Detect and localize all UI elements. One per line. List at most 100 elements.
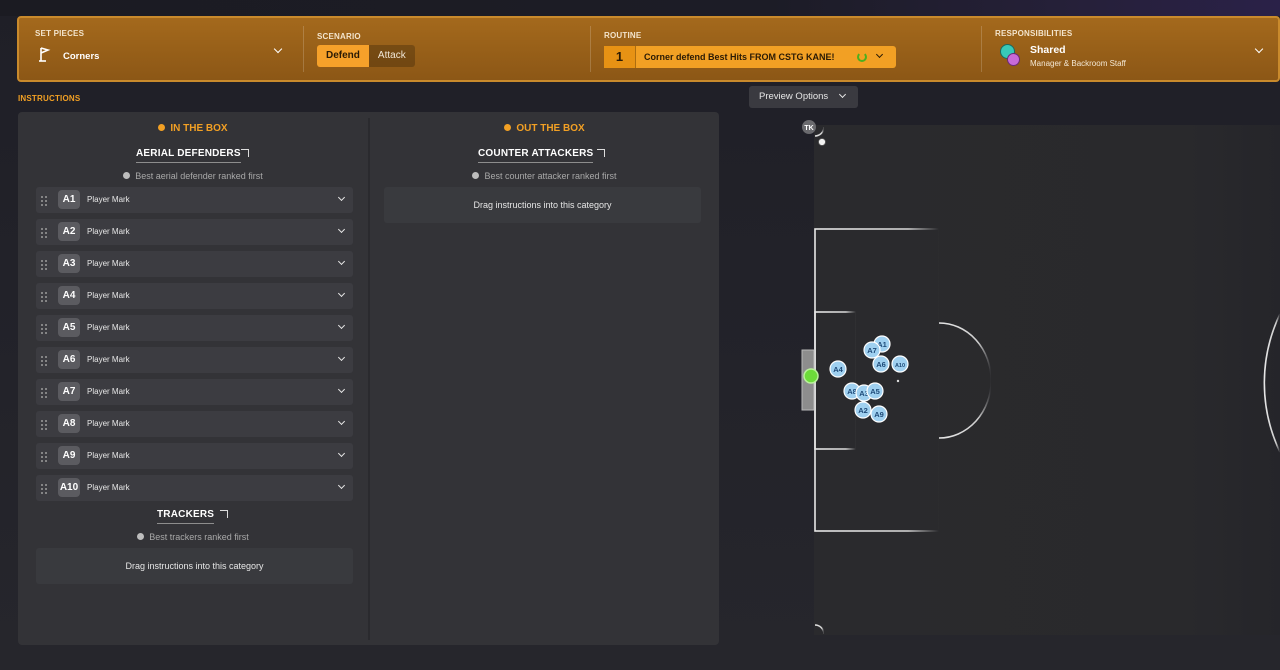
scenario-attack-tab[interactable]: Attack bbox=[368, 45, 415, 67]
chevron-down-icon bbox=[273, 44, 283, 54]
drag-handle-icon[interactable] bbox=[40, 259, 48, 270]
instruction-label: Player Mark bbox=[87, 259, 130, 268]
chevron-down-icon bbox=[838, 90, 847, 99]
routine-number: 1 bbox=[604, 46, 636, 68]
aerial-defender-row[interactable]: A6 Player Mark bbox=[36, 347, 353, 373]
chevron-down-icon[interactable] bbox=[337, 289, 346, 298]
out-the-box-heading: OUT THE BOX bbox=[370, 123, 719, 134]
drag-handle-icon[interactable] bbox=[40, 483, 48, 494]
chevron-down-icon[interactable] bbox=[337, 481, 346, 490]
svg-text:A7: A7 bbox=[867, 346, 877, 355]
drag-handle-icon[interactable] bbox=[40, 387, 48, 398]
aerial-defender-row[interactable]: A7 Player Mark bbox=[36, 379, 353, 405]
chevron-down-icon[interactable] bbox=[337, 417, 346, 426]
player-marker: A6 bbox=[872, 355, 890, 373]
responsibilities-sub: Manager & Backroom Staff bbox=[1030, 59, 1126, 68]
chevron-down-icon[interactable] bbox=[337, 257, 346, 266]
expand-icon[interactable] bbox=[241, 149, 249, 157]
scenario-label: SCENARIO bbox=[317, 32, 361, 41]
aerial-defender-row[interactable]: A10 Player Mark bbox=[36, 475, 353, 501]
scenario-toggle[interactable]: Defend Attack bbox=[317, 45, 415, 67]
svg-text:A5: A5 bbox=[870, 387, 880, 396]
counter-hint: Best counter attacker ranked first bbox=[370, 171, 719, 181]
player-marker: A7 bbox=[863, 341, 881, 359]
drag-handle-icon[interactable] bbox=[40, 419, 48, 430]
instruction-label: Player Mark bbox=[87, 387, 130, 396]
instruction-label: Player Mark bbox=[87, 451, 130, 460]
responsibilities-value: Shared bbox=[1030, 44, 1066, 56]
penalty-spot bbox=[896, 379, 900, 383]
expand-icon[interactable] bbox=[597, 149, 605, 157]
player-marker: A9 bbox=[870, 405, 888, 423]
shared-staff-icon bbox=[1000, 44, 1022, 68]
in-the-box-heading: IN THE BOX bbox=[18, 123, 368, 134]
player-badge: A3 bbox=[58, 254, 80, 273]
counter-attackers-title: COUNTER ATTACKERS bbox=[478, 148, 594, 163]
pitch-preview: TK A1 A7 A6 A10 A4 A8 A3 A5 A2 A9 bbox=[800, 118, 1280, 638]
player-marker: A5 bbox=[866, 382, 884, 400]
player-badge: A2 bbox=[58, 222, 80, 241]
expand-icon[interactable] bbox=[220, 510, 228, 518]
drag-handle-icon[interactable] bbox=[40, 195, 48, 206]
responsibilities-selector[interactable]: RESPONSIBILITIES Shared Manager & Backro… bbox=[981, 18, 1280, 80]
chevron-down-icon[interactable] bbox=[337, 225, 346, 234]
instruction-label: Player Mark bbox=[87, 195, 130, 204]
routine-selector[interactable]: 1 Corner defend Best Hits FROM CSTG KANE… bbox=[604, 46, 896, 68]
info-icon bbox=[137, 533, 145, 540]
taker-label: TK bbox=[804, 125, 813, 132]
aerial-defenders-title: AERIAL DEFENDERS bbox=[136, 148, 241, 163]
goalkeeper-marker bbox=[803, 368, 819, 384]
set-pieces-label: SET PIECES bbox=[35, 29, 85, 38]
svg-text:A6: A6 bbox=[876, 360, 886, 369]
chevron-down-icon[interactable] bbox=[337, 449, 346, 458]
drag-handle-icon[interactable] bbox=[40, 291, 48, 302]
player-marker: A10 bbox=[891, 355, 909, 373]
ball-icon bbox=[818, 138, 826, 146]
instruction-label: Player Mark bbox=[87, 483, 130, 492]
divider bbox=[303, 26, 304, 72]
preview-options-button[interactable]: Preview Options bbox=[749, 86, 858, 108]
chevron-down-icon[interactable] bbox=[337, 193, 346, 202]
aerial-defender-row[interactable]: A3 Player Mark bbox=[36, 251, 353, 277]
info-icon bbox=[472, 172, 480, 179]
drag-handle-icon[interactable] bbox=[40, 323, 48, 334]
pitch-surface bbox=[814, 125, 1280, 635]
aerial-defender-row[interactable]: A9 Player Mark bbox=[36, 443, 353, 469]
info-icon bbox=[158, 124, 166, 131]
chevron-down-icon[interactable] bbox=[337, 353, 346, 362]
player-badge: A9 bbox=[58, 446, 80, 465]
preview-options-label: Preview Options bbox=[759, 91, 829, 102]
routine-name: Corner defend Best Hits FROM CSTG KANE! bbox=[644, 52, 835, 62]
drag-handle-icon[interactable] bbox=[40, 355, 48, 366]
chevron-down-icon[interactable] bbox=[337, 321, 346, 330]
player-marker: A2 bbox=[854, 401, 872, 419]
instruction-label: Player Mark bbox=[87, 419, 130, 428]
column-divider bbox=[368, 118, 370, 640]
aerial-defender-row[interactable]: A4 Player Mark bbox=[36, 283, 353, 309]
info-icon bbox=[123, 172, 131, 179]
set-pieces-selector[interactable]: SET PIECES Corners bbox=[19, 18, 303, 80]
instruction-label: Player Mark bbox=[87, 291, 130, 300]
trackers-title: TRACKERS bbox=[157, 509, 215, 524]
aerial-defender-row[interactable]: A8 Player Mark bbox=[36, 411, 353, 437]
chevron-down-icon bbox=[1254, 44, 1264, 54]
aerial-defender-row[interactable]: A5 Player Mark bbox=[36, 315, 353, 341]
set-piece-header: SET PIECES Corners SCENARIO Defend Attac… bbox=[17, 16, 1280, 82]
trackers-dropzone[interactable]: Drag instructions into this category bbox=[36, 548, 353, 584]
drag-handle-icon[interactable] bbox=[40, 227, 48, 238]
svg-text:A10: A10 bbox=[895, 363, 905, 369]
aerial-defender-row[interactable]: A2 Player Mark bbox=[36, 219, 353, 245]
svg-text:A8: A8 bbox=[847, 387, 857, 396]
instructions-panel: IN THE BOX AERIAL DEFENDERS Best aerial … bbox=[18, 112, 719, 645]
player-badge: A5 bbox=[58, 318, 80, 337]
counter-dropzone[interactable]: Drag instructions into this category bbox=[384, 187, 701, 223]
chevron-down-icon[interactable] bbox=[337, 385, 346, 394]
svg-text:A2: A2 bbox=[858, 406, 868, 415]
scenario-defend-tab[interactable]: Defend bbox=[317, 45, 369, 67]
instructions-title: INSTRUCTIONS bbox=[18, 94, 81, 103]
aerial-defender-row[interactable]: A1 Player Mark bbox=[36, 187, 353, 213]
set-pieces-value: Corners bbox=[63, 51, 100, 62]
instruction-label: Player Mark bbox=[87, 227, 130, 236]
drag-handle-icon[interactable] bbox=[40, 451, 48, 462]
chevron-down-icon bbox=[875, 50, 884, 59]
